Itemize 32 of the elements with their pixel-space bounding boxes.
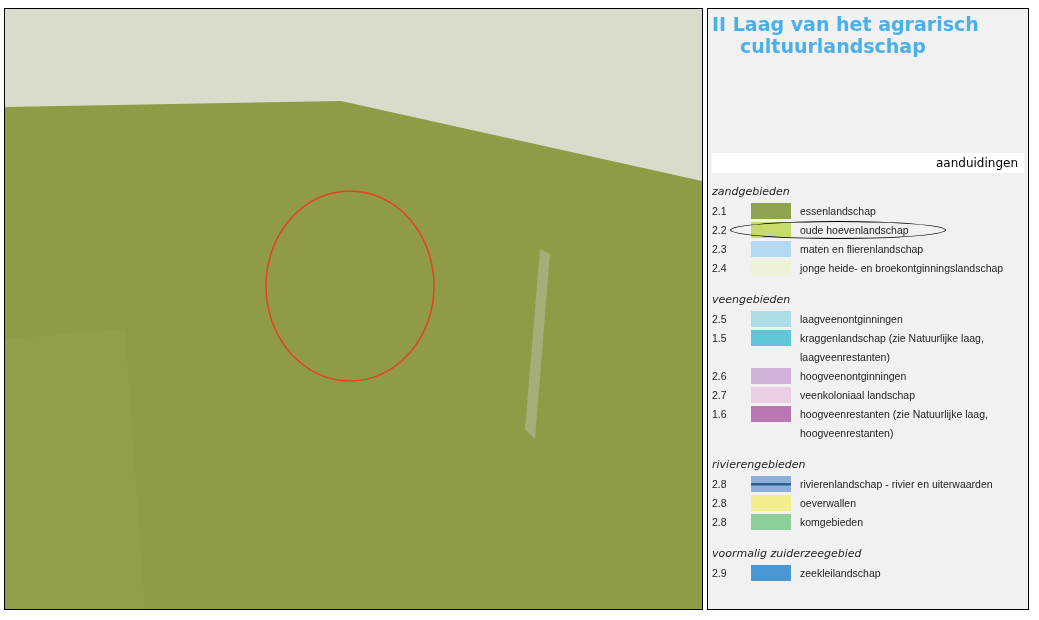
legend-code: 2.4 — [712, 261, 728, 276]
legend-label: jonge heide- en broekontginningslandschap — [800, 261, 1005, 276]
legend-label: oude hoevenlandschap — [800, 223, 910, 238]
legend-label: maten en flierenlandschap — [800, 242, 925, 257]
legend-label: laagveenontginningen — [800, 312, 904, 327]
section-heading: veengebieden — [712, 293, 792, 306]
legend-label: hoogveenontginningen — [800, 369, 908, 384]
legend-label: komgebieden — [800, 515, 865, 530]
legend-label: rivierenlandschap - rivier en uiterwaarden — [800, 477, 994, 492]
legend-label: oeverwallen — [800, 496, 858, 511]
section-heading: zandgebieden — [712, 185, 791, 198]
legend-title: II Laag van het agrarisch cultuurlandschap — [712, 13, 980, 57]
legend-code: 2.5 — [712, 312, 728, 327]
section-heading: voormalig zuiderzeegebied — [712, 547, 863, 560]
legend-code: 2.2 — [712, 223, 728, 238]
section-heading: rivierengebieden — [712, 458, 807, 471]
legend-code: 1.6 — [712, 407, 728, 422]
legend-label: zeekleilandschap — [800, 566, 882, 581]
legend-label: kraggenlandschap (zie Natuurlijke laag, laagveenrestanten) — [800, 331, 985, 365]
legend-code: 2.6 — [712, 369, 728, 384]
legend-label: essenlandschap — [800, 204, 877, 219]
legend-label: veenkoloniaal landschap — [800, 388, 916, 403]
legend-code: 2.8 — [712, 515, 728, 530]
legend-code: 2.3 — [712, 242, 728, 257]
legend-code: 1.5 — [712, 331, 728, 346]
legend-label: hoogveenrestanten (zie Natuurlijke laag, hoogveenrestanten) — [800, 407, 989, 441]
legend-code: 2.8 — [712, 477, 728, 492]
legend-code: 2.7 — [712, 388, 728, 403]
legend-code: 2.8 — [712, 496, 728, 511]
legend-code: 2.9 — [712, 566, 728, 581]
legend-code: 2.1 — [712, 204, 728, 219]
legend-header: aanduidingen — [712, 153, 1024, 173]
